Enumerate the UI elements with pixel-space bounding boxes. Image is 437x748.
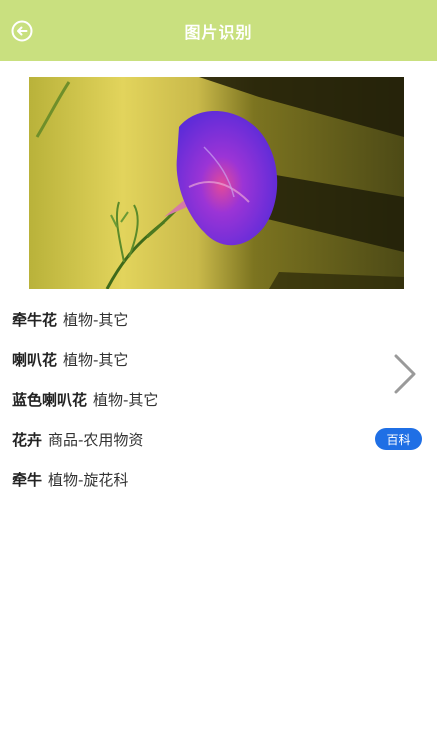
app-header: 图片识别 bbox=[0, 0, 437, 61]
back-icon[interactable] bbox=[10, 19, 34, 43]
result-category: 植物-其它 bbox=[63, 310, 129, 329]
page-title: 图片识别 bbox=[184, 22, 253, 42]
result-category: 植物-其它 bbox=[93, 390, 159, 409]
result-category: 植物-旋花科 bbox=[48, 470, 129, 489]
result-item[interactable]: 牵牛 植物-旋花科 bbox=[0, 459, 437, 499]
result-name: 牵牛 bbox=[12, 470, 43, 489]
result-name: 牵牛花 bbox=[12, 310, 58, 329]
result-item[interactable]: 喇叭花 植物-其它 bbox=[0, 339, 437, 379]
chevron-right-icon[interactable] bbox=[390, 352, 420, 396]
baike-button[interactable]: 百科 bbox=[375, 428, 422, 450]
result-item[interactable]: 花卉 商品-农用物资 百科 bbox=[0, 419, 437, 459]
result-item[interactable]: 牵牛花 植物-其它 bbox=[0, 299, 437, 339]
result-name: 蓝色喇叭花 bbox=[12, 390, 88, 409]
recognized-photo bbox=[29, 77, 404, 289]
result-name: 喇叭花 bbox=[12, 350, 58, 369]
result-name: 花卉 bbox=[12, 430, 43, 449]
result-category: 商品-农用物资 bbox=[48, 430, 144, 449]
result-item[interactable]: 蓝色喇叭花 植物-其它 bbox=[0, 379, 437, 419]
result-category: 植物-其它 bbox=[63, 350, 129, 369]
results-list: 牵牛花 植物-其它 喇叭花 植物-其它 蓝色喇叭花 植物-其它 花卉 商品-农用… bbox=[0, 299, 437, 499]
